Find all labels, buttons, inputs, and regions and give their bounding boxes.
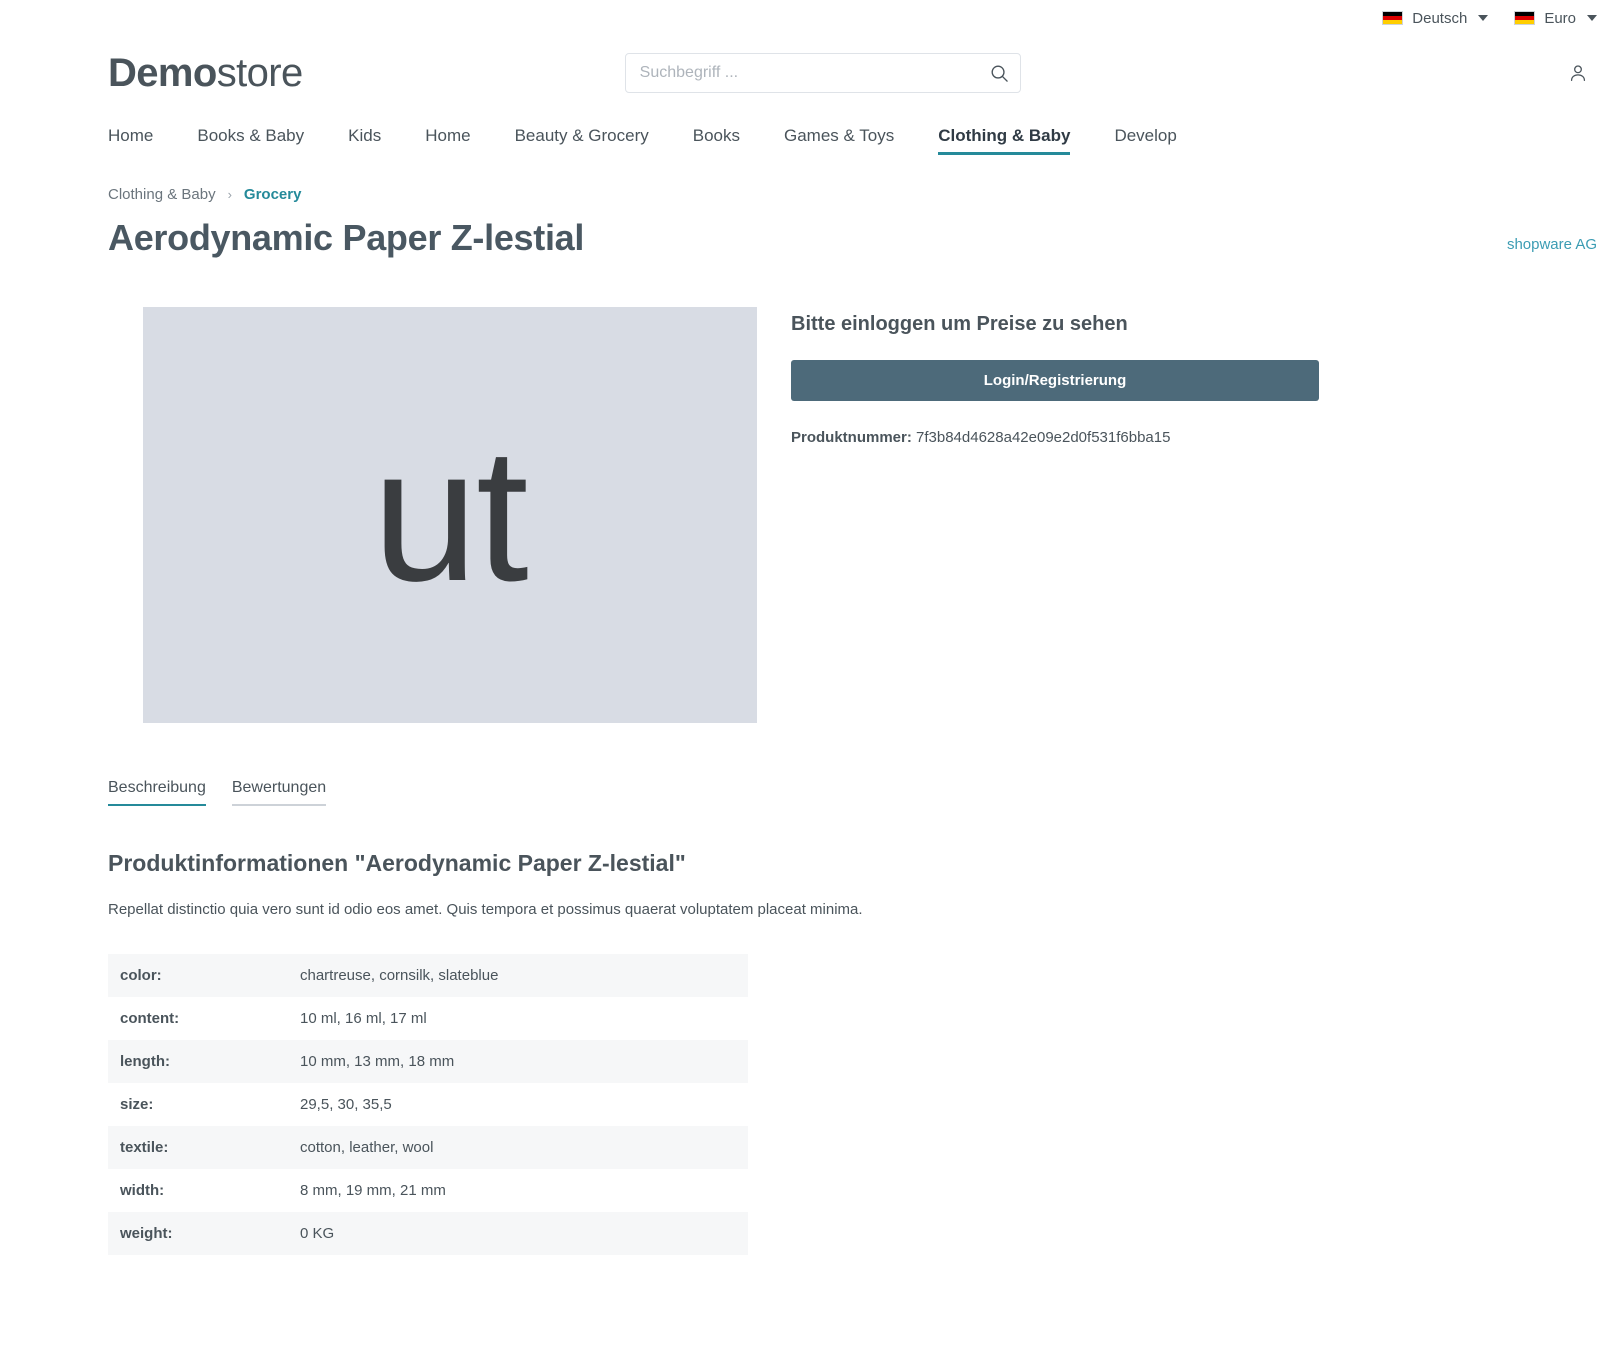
tab-bewertungen[interactable]: Bewertungen (231, 779, 327, 806)
product-image-text: ut (372, 409, 528, 621)
nav-item-kids[interactable]: Kids (348, 126, 381, 155)
main-navigation: Home Books & Baby Kids Home Beauty & Gro… (0, 108, 1623, 162)
login-register-button[interactable]: Login/Registrierung (791, 360, 1319, 401)
login-prompt-heading: Bitte einloggen um Preise zu sehen (791, 313, 1128, 335)
tab-beschreibung[interactable]: Beschreibung (108, 779, 206, 806)
property-label: content: (120, 1009, 180, 1027)
breadcrumb-separator-icon: › (227, 187, 232, 202)
property-label: length: (120, 1052, 170, 1070)
nav-item-home-2[interactable]: Home (425, 126, 470, 155)
table-row: width: 8 mm, 19 mm, 21 mm (108, 1168, 748, 1212)
product-image-placeholder[interactable]: ut (142, 307, 757, 723)
product-properties-table: color: chartreuse, cornsilk, slateblue c… (108, 953, 748, 1255)
property-value: 0 KG (300, 1224, 335, 1242)
property-value: 8 mm, 19 mm, 21 mm (300, 1181, 446, 1199)
nav-item-develop[interactable]: Develop (1114, 126, 1176, 155)
product-gallery: ut (108, 307, 791, 723)
german-flag-icon (1514, 11, 1536, 25)
table-row: length: 10 mm, 13 mm, 18 mm (108, 1039, 748, 1083)
language-label: Deutsch (1412, 9, 1468, 27)
search-submit-button[interactable] (983, 56, 1017, 90)
breadcrumb: Clothing & Baby › Grocery (0, 162, 1623, 203)
table-row: content: 10 ml, 16 ml, 17 ml (108, 996, 748, 1040)
property-value: 10 mm, 13 mm, 18 mm (300, 1052, 455, 1070)
page-title: Aerodynamic Paper Z-lestial (108, 217, 585, 258)
product-main-section: ut Bitte einloggen um Preise zu sehen Lo… (0, 259, 1623, 723)
product-title-row: Aerodynamic Paper Z-lestial shopware AG (0, 203, 1623, 259)
logo-regular-part: store (216, 50, 304, 95)
top-utility-bar: Deutsch Euro (0, 0, 1623, 36)
account-button[interactable] (1559, 54, 1597, 92)
site-header: Demostore (0, 36, 1623, 108)
product-number-label: Produktnummer: (791, 429, 912, 446)
currency-switcher[interactable]: Euro (1514, 10, 1597, 27)
chevron-down-icon (1478, 15, 1489, 21)
property-value: chartreuse, cornsilk, slateblue (300, 966, 499, 984)
manufacturer-link[interactable]: shopware AG (1507, 236, 1597, 259)
property-value: cotton, leather, wool (300, 1138, 434, 1156)
search-input[interactable] (624, 53, 1021, 93)
nav-item-clothing-baby[interactable]: Clothing & Baby (938, 126, 1071, 155)
product-number-value: 7f3b84d4628a42e09e2d0f531f6bba15 (916, 429, 1171, 446)
description-text: Repellat distinctio quia vero sunt id od… (108, 901, 863, 918)
nav-item-books[interactable]: Books (693, 126, 740, 155)
property-label: size: (120, 1095, 154, 1113)
nav-item-books-baby[interactable]: Books & Baby (197, 126, 304, 155)
property-label: width: (120, 1181, 165, 1199)
language-switcher[interactable]: Deutsch (1382, 9, 1489, 27)
property-label: color: (120, 966, 162, 984)
property-value: 29,5, 30, 35,5 (300, 1095, 392, 1113)
table-row: weight: 0 KG (108, 1211, 748, 1255)
nav-item-games-toys[interactable]: Games & Toys (784, 126, 894, 155)
description-heading: Produktinformationen "Aerodynamic Paper … (108, 850, 686, 876)
breadcrumb-current[interactable]: Grocery (244, 186, 302, 203)
product-number: Produktnummer: 7f3b84d4628a42e09e2d0f531… (791, 429, 1319, 446)
product-detail-page: Deutsch Euro Demostore Suchbegriff ... H… (0, 0, 1623, 1347)
currency-label: Euro (1544, 9, 1576, 27)
property-label: weight: (120, 1224, 173, 1242)
german-flag-icon (1382, 11, 1404, 25)
user-account-icon (1570, 65, 1586, 81)
table-row: size: 29,5, 30, 35,5 (108, 1082, 748, 1126)
chevron-down-icon (1587, 15, 1597, 21)
nav-item-home-1[interactable]: Home (108, 126, 153, 155)
nav-item-beauty-grocery[interactable]: Beauty & Grocery (515, 126, 649, 155)
breadcrumb-parent[interactable]: Clothing & Baby (108, 186, 216, 203)
site-logo[interactable]: Demostore (108, 51, 303, 96)
product-tabs: Beschreibung Bewertungen (0, 723, 1623, 806)
description-panel: Produktinformationen "Aerodynamic Paper … (0, 806, 1623, 1255)
search-icon (991, 65, 1008, 82)
buy-widget: Bitte einloggen um Preise zu sehen Login… (791, 307, 1319, 723)
logo-bold-part: Demo (108, 50, 217, 95)
table-row: color: chartreuse, cornsilk, slateblue (108, 953, 748, 997)
property-label: textile: (120, 1138, 169, 1156)
property-value: 10 ml, 16 ml, 17 ml (300, 1009, 427, 1027)
search-container (624, 53, 1021, 93)
table-row: textile: cotton, leather, wool (108, 1125, 748, 1169)
